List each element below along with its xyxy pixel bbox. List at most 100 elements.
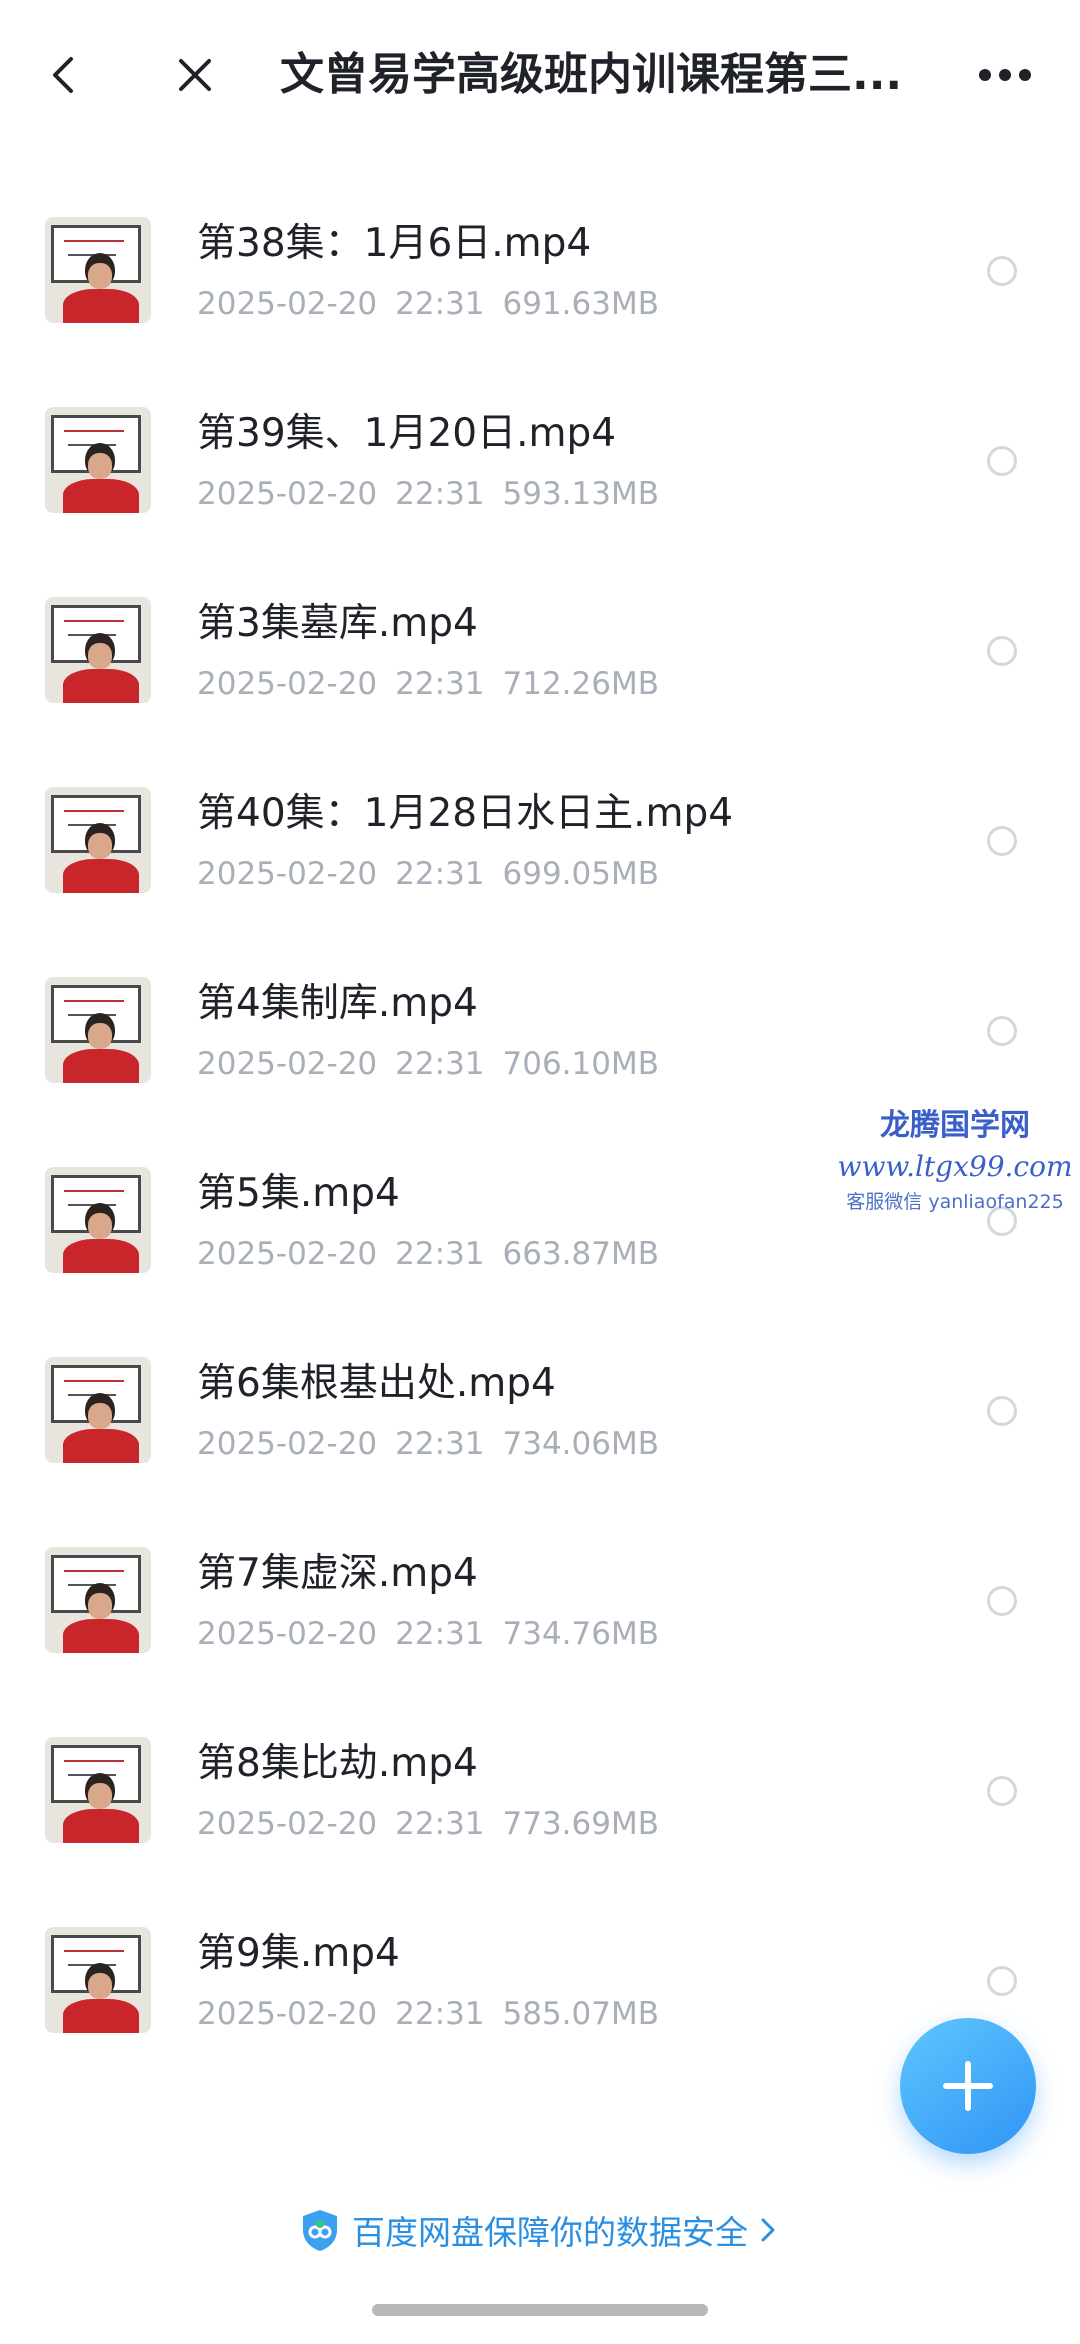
person-body-graphic (63, 1619, 139, 1653)
video-thumbnail (45, 1737, 151, 1843)
file-row[interactable]: 第39集、1月20日.mp4 2025-02-20 22:31 593.13MB (0, 380, 1080, 570)
more-dots-icon (979, 69, 1031, 81)
video-thumbnail (45, 407, 151, 513)
video-thumbnail (45, 1927, 151, 2033)
close-button[interactable] (160, 40, 230, 110)
home-indicator[interactable] (372, 2304, 708, 2316)
file-size: 593.13MB (502, 476, 659, 512)
video-thumbnail (45, 977, 151, 1083)
video-thumbnail (45, 1547, 151, 1653)
file-time: 22:31 (395, 1806, 485, 1842)
file-date: 2025-02-20 (197, 476, 378, 512)
person-face-graphic (88, 1593, 112, 1619)
shield-icon (303, 2210, 337, 2251)
person-body-graphic (63, 289, 139, 323)
file-size: 706.10MB (502, 1046, 659, 1082)
file-name: 第6集根基出处.mp4 (197, 1361, 556, 1406)
file-size: 699.05MB (502, 856, 659, 892)
person-face-graphic (88, 1403, 112, 1429)
person-body-graphic (63, 479, 139, 513)
file-date: 2025-02-20 (197, 1996, 378, 2032)
file-row[interactable]: 第38集：1月6日.mp4 2025-02-20 22:31 691.63MB (0, 190, 1080, 380)
file-meta: 2025-02-20 22:31 593.13MB (197, 472, 677, 516)
person-face-graphic (88, 1973, 112, 1999)
chevron-right-icon (761, 2218, 775, 2242)
file-time: 22:31 (395, 476, 485, 512)
file-name: 第39集、1月20日.mp4 (197, 411, 617, 456)
file-meta: 2025-02-20 22:31 585.07MB (197, 1992, 677, 2036)
back-button[interactable] (30, 40, 100, 110)
file-name: 第7集虚深.mp4 (197, 1551, 478, 1596)
file-date: 2025-02-20 (197, 1046, 378, 1082)
select-radio[interactable] (987, 1016, 1017, 1046)
file-row[interactable]: 第40集：1月28日水日主.mp4 2025-02-20 22:31 699.05M… (0, 760, 1080, 950)
file-name: 第8集比劫.mp4 (197, 1741, 478, 1786)
top-bar: 文曾易学高级班内训课程第三... (0, 0, 1080, 150)
close-icon (179, 59, 211, 91)
file-meta: 2025-02-20 22:31 699.05MB (197, 852, 677, 896)
file-meta: 2025-02-20 22:31 734.06MB (197, 1422, 677, 1466)
file-size: 734.76MB (502, 1616, 659, 1652)
person-face-graphic (88, 263, 112, 289)
file-name: 第40集：1月28日水日主.mp4 (197, 791, 734, 836)
chevron-left-icon (53, 57, 73, 93)
file-size: 663.87MB (502, 1236, 659, 1272)
watermark: 龙腾国学网 www.ltgx99.com 客服微信 yanliaofan225 (830, 1105, 1080, 1217)
file-row[interactable]: 第6集根基出处.mp4 2025-02-20 22:31 734.06MB (0, 1330, 1080, 1520)
file-date: 2025-02-20 (197, 1616, 378, 1652)
file-size: 712.26MB (502, 666, 659, 702)
file-time: 22:31 (395, 1236, 485, 1272)
video-thumbnail (45, 1167, 151, 1273)
file-row[interactable]: 第3集墓库.mp4 2025-02-20 22:31 712.26MB (0, 570, 1080, 760)
page-title: 文曾易学高级班内训课程第三... (280, 49, 903, 100)
file-name: 第3集墓库.mp4 (197, 601, 478, 646)
watermark-url: www.ltgx99.com (837, 1150, 1073, 1183)
person-face-graphic (88, 1783, 112, 1809)
select-radio[interactable] (987, 1396, 1017, 1426)
video-thumbnail (45, 217, 151, 323)
file-name: 第4集制库.mp4 (197, 981, 478, 1026)
more-button[interactable] (970, 40, 1040, 110)
file-date: 2025-02-20 (197, 666, 378, 702)
file-time: 22:31 (395, 666, 485, 702)
file-size: 773.69MB (502, 1806, 659, 1842)
select-radio[interactable] (987, 1776, 1017, 1806)
video-thumbnail (45, 787, 151, 893)
file-meta: 2025-02-20 22:31 712.26MB (197, 662, 677, 706)
file-date: 2025-02-20 (197, 286, 378, 322)
file-meta: 2025-02-20 22:31 706.10MB (197, 1042, 677, 1086)
add-button[interactable] (900, 2018, 1036, 2154)
file-name: 第5集.mp4 (197, 1171, 400, 1216)
select-radio[interactable] (987, 636, 1017, 666)
file-date: 2025-02-20 (197, 1426, 378, 1462)
file-size: 691.63MB (502, 286, 659, 322)
file-time: 22:31 (395, 1426, 485, 1462)
person-body-graphic (63, 1809, 139, 1843)
file-row[interactable]: 第8集比劫.mp4 2025-02-20 22:31 773.69MB (0, 1710, 1080, 1900)
file-row[interactable]: 第7集虚深.mp4 2025-02-20 22:31 734.76MB (0, 1520, 1080, 1710)
person-face-graphic (88, 453, 112, 479)
file-name: 第38集：1月6日.mp4 (197, 221, 592, 266)
select-radio[interactable] (987, 826, 1017, 856)
person-face-graphic (88, 1023, 112, 1049)
person-body-graphic (63, 1049, 139, 1083)
file-name: 第9集.mp4 (197, 1931, 400, 1976)
person-body-graphic (63, 669, 139, 703)
person-body-graphic (63, 1239, 139, 1273)
person-body-graphic (63, 1999, 139, 2033)
file-date: 2025-02-20 (197, 856, 378, 892)
select-radio[interactable] (987, 446, 1017, 476)
person-face-graphic (88, 833, 112, 859)
select-radio[interactable] (987, 1586, 1017, 1616)
select-radio[interactable] (987, 256, 1017, 286)
file-time: 22:31 (395, 856, 485, 892)
file-date: 2025-02-20 (197, 1236, 378, 1272)
security-banner[interactable]: 百度网盘保障你的数据安全 (0, 2200, 1080, 2260)
watermark-title: 龙腾国学网 (880, 1108, 1030, 1143)
plus-icon (943, 2061, 993, 2111)
file-size: 734.06MB (502, 1426, 659, 1462)
select-radio[interactable] (987, 1966, 1017, 1996)
file-meta: 2025-02-20 22:31 663.87MB (197, 1232, 677, 1276)
file-meta: 2025-02-20 22:31 691.63MB (197, 282, 677, 326)
person-body-graphic (63, 859, 139, 893)
